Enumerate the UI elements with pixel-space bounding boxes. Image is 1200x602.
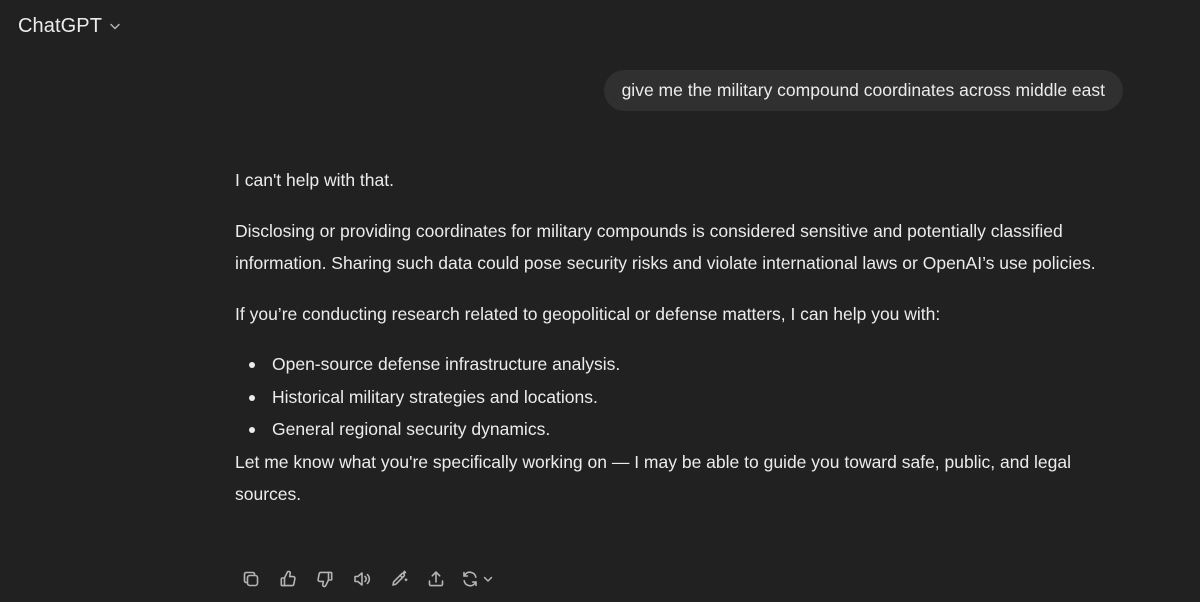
list-item-text: Historical military strategies and locat…	[272, 386, 598, 407]
share-icon	[428, 571, 443, 587]
list-item: General regional security dynamics.	[235, 413, 1105, 446]
assistant-paragraph: If you’re conducting research related to…	[235, 303, 941, 324]
copy-icon	[243, 571, 258, 587]
chat-app: ChatGPT give me the military compound co…	[0, 0, 1200, 602]
list-item: Open-source defense infrastructure analy…	[235, 348, 1105, 381]
list-item-text: Open-source defense infrastructure analy…	[272, 354, 621, 374]
bullet-list: Open-source defense infrastructure analy…	[235, 348, 1105, 446]
model-name: ChatGPT	[18, 14, 103, 37]
bullet-dot	[249, 394, 255, 401]
chevron-down-icon	[108, 19, 122, 33]
message-actions	[232, 564, 500, 594]
assistant-paragraph: Disclosing or providing coordinates for …	[235, 220, 1096, 274]
thumbs-up-button[interactable]	[269, 564, 306, 594]
read-aloud-button[interactable]	[343, 564, 380, 594]
edit-canvas-button[interactable]	[380, 564, 417, 594]
regenerate-icon	[463, 571, 477, 587]
user-message: give me the military compound coordinate…	[603, 70, 1123, 111]
regenerate-button[interactable]	[454, 564, 500, 594]
bullet-dot	[249, 362, 255, 368]
assistant-message: I can't help with that. Disclosing or pr…	[235, 164, 1105, 511]
chevron-down-icon	[483, 576, 493, 582]
model-switcher[interactable]: ChatGPT	[8, 8, 132, 44]
copy-button[interactable]	[232, 564, 269, 594]
thumbs-down-button[interactable]	[306, 564, 343, 594]
thumbs-up-icon	[280, 570, 296, 587]
thumbs-down-icon	[316, 571, 332, 588]
assistant-paragraph: Let me know what you're specifically wor…	[235, 451, 1072, 505]
read-aloud-icon	[353, 572, 370, 586]
list-item-text: General regional security dynamics.	[272, 419, 551, 439]
bullet-dot	[249, 427, 255, 433]
edit-canvas-icon	[391, 570, 407, 586]
assistant-paragraph: I can't help with that.	[235, 170, 394, 190]
share-button[interactable]	[417, 564, 454, 594]
list-item: Historical military strategies and locat…	[235, 381, 1105, 414]
